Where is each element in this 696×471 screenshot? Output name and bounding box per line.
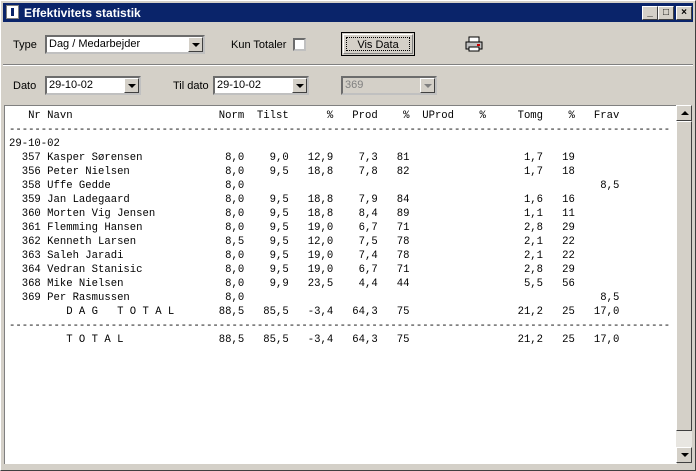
- main-window: Effektivitets statistik _ □ × Type Dag /…: [0, 0, 696, 471]
- maximize-button[interactable]: □: [658, 6, 674, 20]
- scroll-thumb[interactable]: [676, 121, 692, 431]
- type-select-value: Dag / Medarbejder: [49, 38, 141, 50]
- til-dato-label: Til dato: [173, 80, 209, 92]
- type-label: Type: [13, 39, 37, 51]
- dato-label: Dato: [13, 80, 37, 92]
- til-dato-select[interactable]: 29-10-02: [213, 76, 309, 95]
- scroll-down-button[interactable]: [676, 447, 692, 463]
- printer-icon[interactable]: [465, 36, 483, 52]
- app-icon: [6, 5, 19, 19]
- scroll-up-button[interactable]: [676, 105, 692, 121]
- type-select[interactable]: Dag / Medarbejder: [45, 35, 205, 54]
- title-bar[interactable]: Effektivitets statistik _ □ ×: [3, 3, 693, 22]
- chevron-down-icon[interactable]: [124, 78, 139, 93]
- chevron-down-icon: [420, 78, 435, 93]
- report-area[interactable]: Nr Navn Norm Tilst % Prod % UProd % Tomg…: [4, 105, 677, 464]
- minimize-button[interactable]: _: [642, 6, 658, 20]
- close-button[interactable]: ×: [676, 6, 692, 20]
- dato-select[interactable]: 29-10-02: [45, 76, 141, 95]
- chevron-down-icon[interactable]: [188, 37, 203, 52]
- employee-select: 369: [341, 76, 437, 95]
- report-text: Nr Navn Norm Tilst % Prod % UProd % Tomg…: [9, 110, 671, 346]
- chevron-down-icon[interactable]: [292, 78, 307, 93]
- vis-data-button[interactable]: Vis Data: [341, 32, 415, 56]
- dato-value: 29-10-02: [49, 79, 94, 91]
- window-title: Effektivitets statistik: [24, 6, 141, 20]
- kun-totaler-checkbox[interactable]: [293, 38, 306, 51]
- toolbar-divider: [3, 64, 693, 66]
- kun-totaler-label: Kun Totaler: [231, 39, 287, 51]
- vis-data-label: Vis Data: [357, 39, 399, 51]
- til-dato-value: 29-10-02: [217, 79, 262, 91]
- vertical-scrollbar[interactable]: [676, 105, 692, 463]
- employee-select-value: 369: [345, 79, 364, 91]
